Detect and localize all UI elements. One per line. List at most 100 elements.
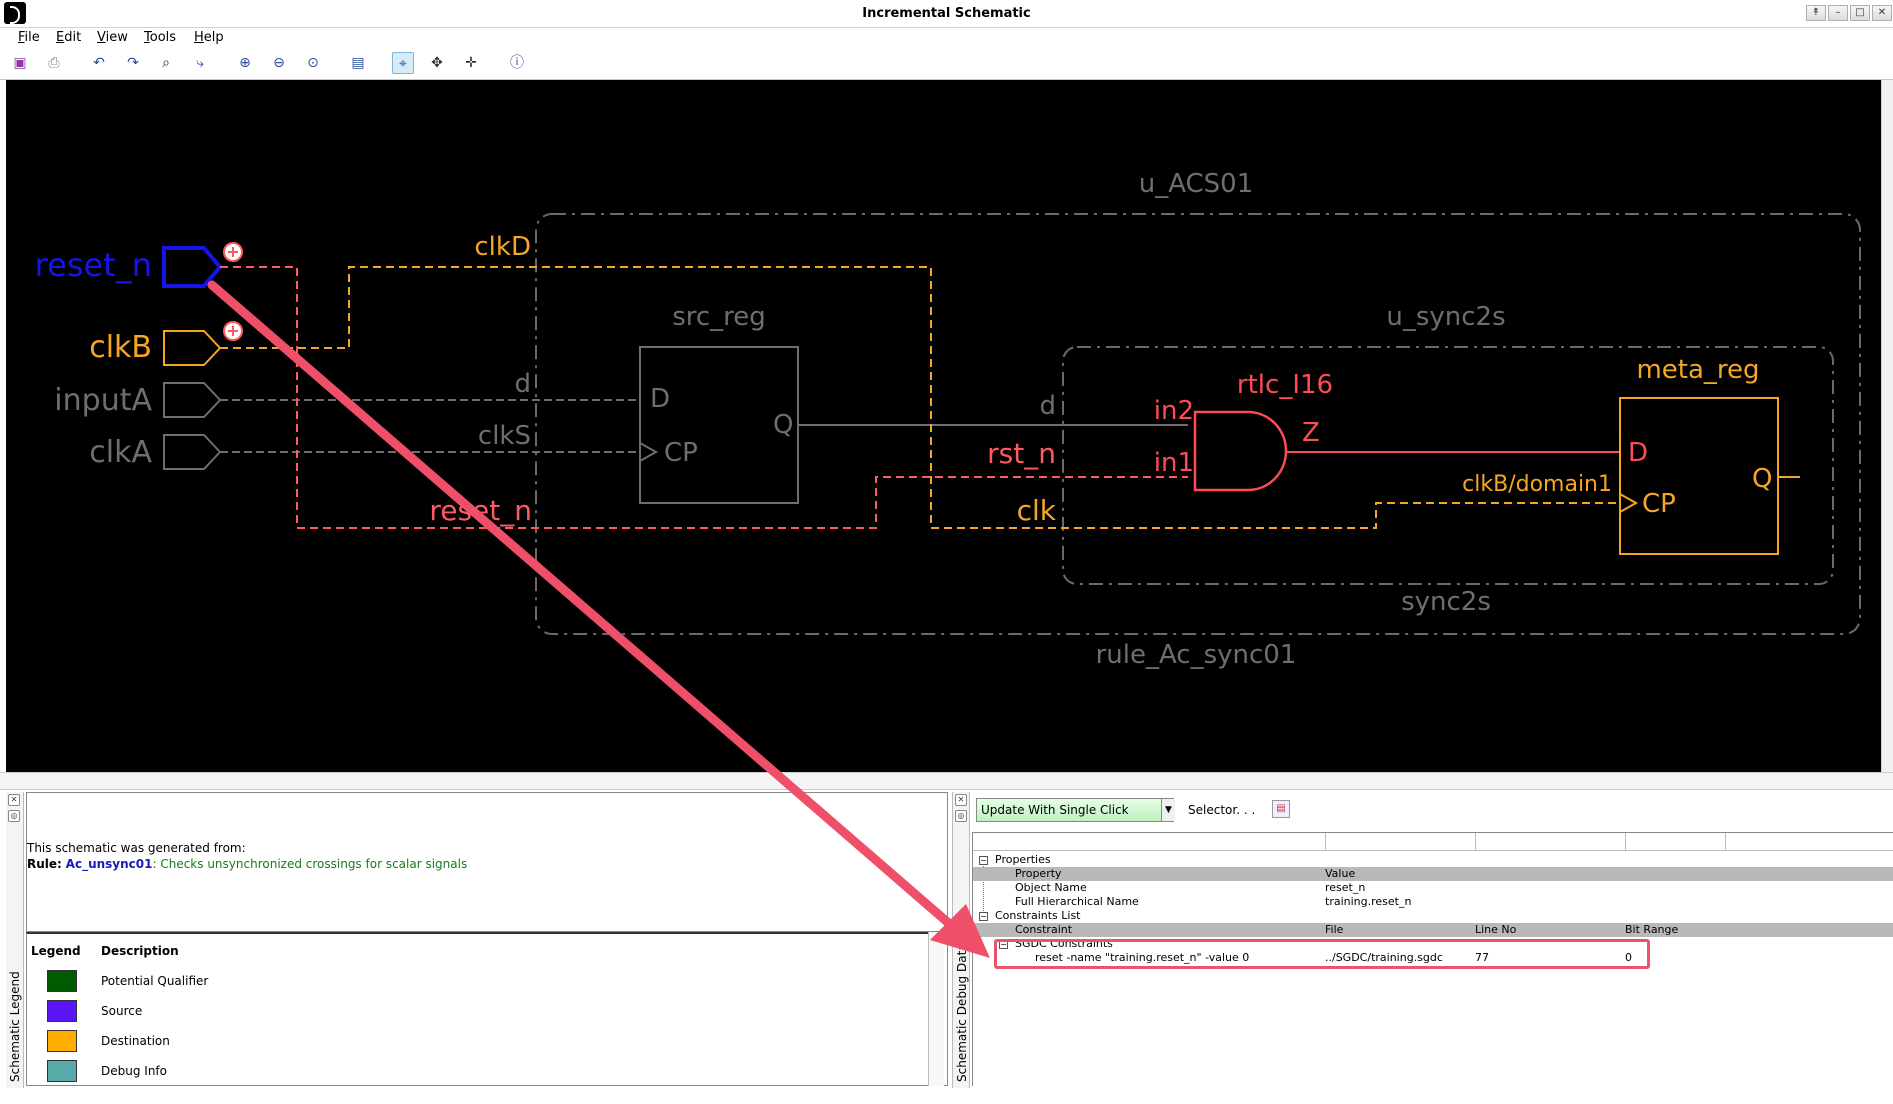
legend-rail: ✕ ◎ Schematic Legend: [6, 792, 24, 1088]
close-button[interactable]: ✕: [1872, 5, 1892, 21]
rule-name-link[interactable]: Ac_unsync01: [66, 857, 153, 871]
col-property: Property: [1015, 867, 1062, 880]
canvas-scrollbar[interactable]: [1881, 80, 1893, 772]
legend-table: Legend Description Potential Qualifier S…: [26, 932, 948, 1086]
and-gate-rtlc-i16[interactable]: [1193, 410, 1288, 492]
legend-label: Destination: [101, 1034, 170, 1048]
float-icon[interactable]: ◎: [955, 810, 967, 822]
legend-scrollbar[interactable]: [928, 932, 944, 1086]
sync2s-label: sync2s: [1401, 587, 1491, 617]
toolbar: ▣ ⎙ ↶ ↷ ⌕ ⤷ ⊕ ⊖ ⊙ ▤ ⌖ ✥ ✛ ⓘ: [0, 46, 1893, 80]
move-icon[interactable]: ✛: [460, 52, 482, 74]
selector-icon[interactable]: ▤: [1272, 800, 1290, 818]
zoom-in-icon[interactable]: ⊕: [234, 52, 256, 74]
port-clkb-label: clkB: [89, 330, 152, 365]
schematic-canvas[interactable]: u_ACS01 rule_Ac_sync01 u_sync2s sync2s r…: [6, 80, 1881, 772]
window-pin-icon[interactable]: ↟: [1806, 5, 1826, 21]
net-clkb-domain1-label: clkB/domain1: [1462, 472, 1612, 497]
port-clka-label: clkA: [89, 435, 152, 470]
float-icon[interactable]: ◎: [8, 810, 20, 822]
u-acs01-label: u_ACS01: [1139, 169, 1254, 199]
menu-bar: File Edit View Tools Help: [0, 28, 1893, 46]
menu-edit[interactable]: Edit: [56, 30, 81, 45]
legend-label: Potential Qualifier: [101, 974, 209, 988]
tree-row[interactable]: − Constraints List: [973, 909, 1893, 923]
col-constraint: Constraint: [1015, 923, 1073, 936]
debug-rail-label: Schematic Debug Data: [955, 943, 969, 1082]
tree-row[interactable]: Full Hierarchical Name training.reset_n: [973, 895, 1893, 909]
redo-icon[interactable]: ↷: [122, 52, 144, 74]
u-acs01-box[interactable]: [535, 213, 1861, 635]
legend-header: Legend: [31, 944, 81, 958]
description-header: Description: [101, 944, 179, 958]
port-inputa[interactable]: [163, 382, 222, 418]
port-inputa-label: inputA: [54, 383, 152, 418]
port-reset-n[interactable]: [162, 246, 223, 288]
selector-label[interactable]: Selector. . .: [1188, 803, 1255, 817]
rule-line: Rule: Ac_unsync01: Checks unsynchronized…: [27, 857, 467, 871]
window-icon[interactable]: ▤: [347, 52, 369, 74]
property-name: Full Hierarchical Name: [1015, 895, 1139, 908]
rule-label: rule_Ac_sync01: [1096, 640, 1297, 670]
tree-column-header: [973, 833, 1893, 851]
info-icon[interactable]: ⓘ: [506, 52, 528, 74]
tree-row[interactable]: Object Name reset_n: [973, 881, 1893, 895]
swatch-destination: [47, 1030, 77, 1052]
constraints-section: Constraints List: [995, 909, 1081, 922]
col-line: Line No: [1475, 923, 1517, 936]
rule-prefix: Rule:: [27, 857, 62, 871]
print-icon[interactable]: ⎙: [43, 52, 65, 74]
find-icon[interactable]: ⌕: [155, 52, 177, 74]
pan-icon[interactable]: ✥: [426, 52, 448, 74]
debug-rail: ✕ ◎ Schematic Debug Data: [952, 792, 970, 1088]
menu-view[interactable]: View: [97, 30, 128, 45]
info-box: This schematic was generated from: Rule:…: [26, 792, 948, 932]
collapse-icon[interactable]: −: [979, 912, 988, 921]
schematic-svg[interactable]: u_ACS01 rule_Ac_sync01 u_sync2s sync2s r…: [6, 80, 1881, 772]
swatch-source: [47, 1000, 77, 1022]
title-bar: Incremental Schematic ↟ – □ ✕: [0, 0, 1893, 28]
swatch-debug-info: [47, 1060, 77, 1082]
tree-row-header: Property Value: [973, 867, 1893, 881]
port-clka[interactable]: [163, 434, 222, 470]
src-reg-cp-pin: CP: [664, 438, 698, 468]
meta-reg-q-pin: Q: [1752, 464, 1772, 494]
zoom-out-icon[interactable]: ⊖: [268, 52, 290, 74]
collapse-icon[interactable]: −: [979, 856, 988, 865]
undo-icon[interactable]: ↶: [88, 52, 110, 74]
net-d2-label: d: [1039, 391, 1056, 421]
property-value: reset_n: [1325, 881, 1366, 894]
legend-rail-label: Schematic Legend: [8, 971, 22, 1082]
net-clkd-label: clkD: [474, 232, 531, 262]
src-reg-q-pin: Q: [773, 410, 793, 440]
col-file: File: [1325, 923, 1344, 936]
select-icon[interactable]: ⌖: [392, 52, 414, 74]
menu-help[interactable]: Help: [194, 30, 224, 45]
menu-file[interactable]: File: [18, 30, 40, 45]
save-icon[interactable]: ▣: [9, 52, 31, 74]
meta-reg-cp-pin: CP: [1642, 489, 1676, 519]
meta-reg-label: meta_reg: [1636, 355, 1759, 385]
menu-tools[interactable]: Tools: [144, 30, 176, 45]
port-clkb[interactable]: [163, 330, 222, 366]
close-icon[interactable]: ✕: [955, 794, 967, 806]
tree-row[interactable]: − Properties: [973, 853, 1893, 867]
legend-row: Potential Qualifier: [27, 968, 927, 996]
zoom-fit-icon[interactable]: ⊙: [302, 52, 324, 74]
maximize-button[interactable]: □: [1850, 5, 1870, 21]
trace-icon[interactable]: ⤷: [189, 52, 211, 74]
legend-label: Debug Info: [101, 1064, 167, 1078]
src-reg-label: src_reg: [672, 302, 766, 332]
meta-reg-d-pin: D: [1628, 438, 1648, 468]
panel-splitter[interactable]: [0, 772, 1893, 790]
close-icon[interactable]: ✕: [8, 794, 20, 806]
and-gate-label: rtlc_I16: [1237, 370, 1333, 400]
update-mode-select[interactable]: Update With Single Click ▼: [976, 798, 1175, 822]
minimize-button[interactable]: –: [1828, 5, 1848, 21]
chevron-down-icon[interactable]: ▼: [1161, 799, 1175, 821]
col-value: Value: [1325, 867, 1356, 880]
tree-row-header: Constraint File Line No Bit Range: [973, 923, 1893, 937]
net-clks-label: clkS: [478, 421, 531, 451]
rule-description: : Checks unsynchronized crossings for sc…: [152, 857, 468, 871]
window-title: Incremental Schematic: [862, 6, 1031, 21]
